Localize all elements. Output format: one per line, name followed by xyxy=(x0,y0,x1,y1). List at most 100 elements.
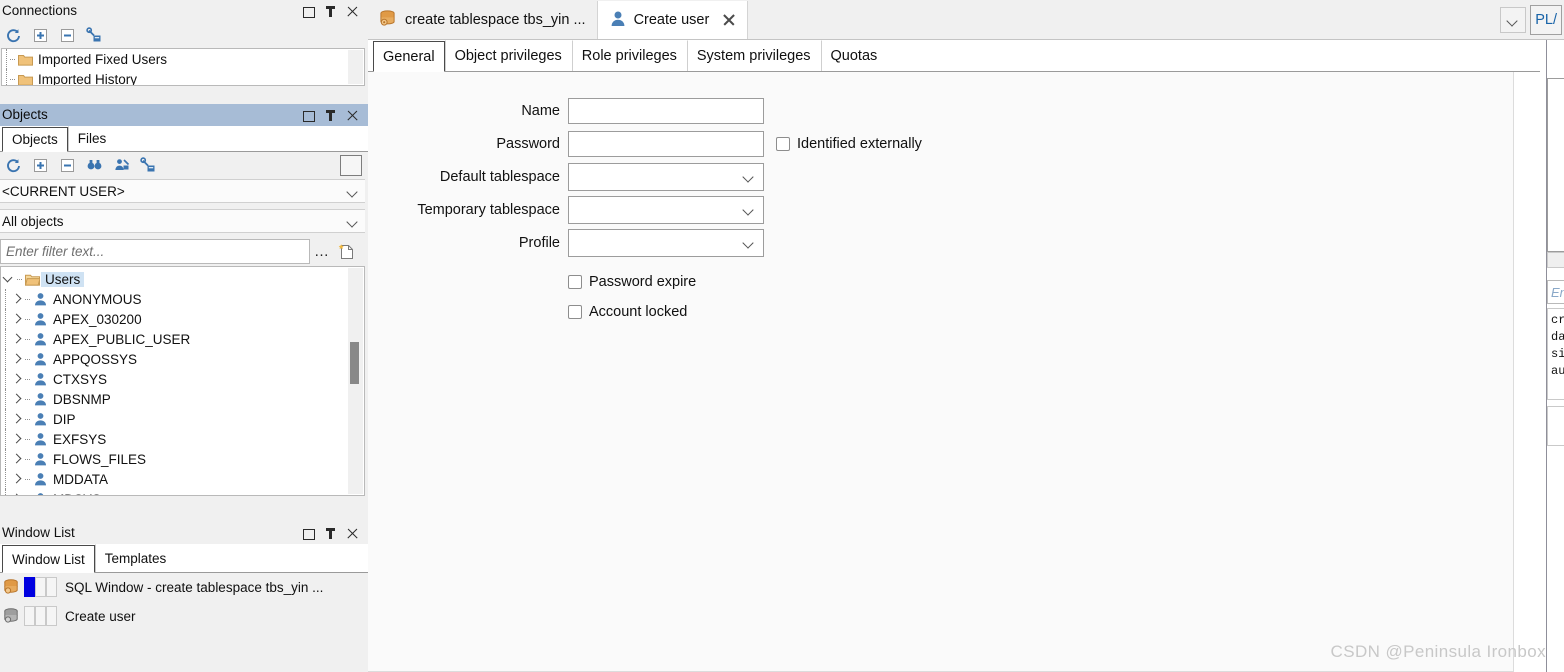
objects-title-label: Objects xyxy=(2,107,48,122)
tree-node-user[interactable]: APEX_030200 xyxy=(1,309,347,329)
connections-tree-scrollbar[interactable] xyxy=(348,50,363,84)
tab-overflow-button[interactable] xyxy=(1500,7,1527,33)
code-line: da xyxy=(1551,330,1564,344)
checkbox-box[interactable] xyxy=(776,136,790,151)
tree-node-user[interactable]: APEX_PUBLIC_USER xyxy=(1,329,347,349)
chevron-right-icon[interactable] xyxy=(9,289,25,309)
default-tablespace-select[interactable] xyxy=(568,162,764,191)
temporary-tablespace-select[interactable] xyxy=(568,195,764,224)
identified-externally-checkbox[interactable]: Identified externally xyxy=(776,136,922,152)
filter-input[interactable]: Enter filter text... xyxy=(0,239,310,264)
collapse-all-icon[interactable] xyxy=(59,27,76,44)
tree-node-user[interactable]: MDDATA xyxy=(1,469,347,489)
connections-restore-icon[interactable] xyxy=(302,5,315,18)
tree-guide xyxy=(1,309,9,329)
tab-object-privileges[interactable]: Object privileges xyxy=(444,40,572,71)
objects-tree-scrollbar[interactable] xyxy=(348,268,363,494)
right-pane-grid[interactable] xyxy=(1547,78,1564,252)
tab-role-privileges[interactable]: Role privileges xyxy=(571,40,687,71)
password-input[interactable] xyxy=(568,130,764,157)
collapse-all-icon[interactable] xyxy=(59,157,76,174)
chevron-right-icon[interactable] xyxy=(9,309,25,329)
tab-quotas[interactable]: Quotas xyxy=(820,40,888,71)
watermark: CSDN @Peninsula Ironbox xyxy=(1330,642,1546,661)
window-list-restore-icon[interactable] xyxy=(302,527,315,540)
objects-pin-icon[interactable] xyxy=(324,109,337,122)
name-input[interactable] xyxy=(568,97,764,124)
connections-close-icon[interactable] xyxy=(346,5,359,18)
list-item[interactable]: Create user xyxy=(0,602,365,630)
tree-node-user[interactable]: ANONYMOUS xyxy=(1,289,347,309)
tree-guide xyxy=(1,429,9,449)
objects-tree[interactable]: Users ANONYMOUS APEX_030200 APEX_PUBLIC_USE… xyxy=(0,266,365,496)
right-pane-bottom-area xyxy=(1547,406,1564,446)
new-filter-icon[interactable] xyxy=(334,243,358,261)
objects-toolbar-extra-button[interactable] xyxy=(340,155,362,176)
tab-files[interactable]: Files xyxy=(67,126,117,151)
object-type-select[interactable]: All objects xyxy=(0,209,365,233)
chevron-right-icon[interactable] xyxy=(9,369,25,389)
tree-node-user[interactable]: CTXSYS xyxy=(1,369,347,389)
state-marker xyxy=(35,577,46,597)
find-icon[interactable] xyxy=(86,157,103,174)
expand-all-icon[interactable] xyxy=(32,157,49,174)
list-item[interactable]: SQL Window - create tablespace tbs_yin .… xyxy=(0,573,365,601)
user-config-icon[interactable] xyxy=(140,156,157,174)
chevron-right-icon[interactable] xyxy=(9,469,25,489)
refresh-icon[interactable] xyxy=(5,157,22,174)
filter-options-button[interactable]: … xyxy=(310,243,334,260)
chevron-right-icon[interactable] xyxy=(9,329,25,349)
current-user-select[interactable]: <CURRENT USER> xyxy=(0,179,365,203)
checkbox-box[interactable] xyxy=(568,275,582,289)
tree-node-user[interactable]: FLOWS_FILES xyxy=(1,449,347,469)
tree-node-user[interactable]: APPQOSSYS xyxy=(1,349,347,369)
tree-node-user[interactable]: EXFSYS xyxy=(1,429,347,449)
window-list-pin-icon[interactable] xyxy=(324,527,337,540)
objects-restore-icon[interactable] xyxy=(302,109,315,122)
refresh-icon[interactable] xyxy=(5,27,22,44)
profile-select[interactable] xyxy=(568,228,764,257)
right-pane-filter-input[interactable]: En xyxy=(1547,280,1564,304)
objects-tree-body: Users ANONYMOUS APEX_030200 APEX_PUBLIC_USE… xyxy=(1,269,347,495)
tab-templates[interactable]: Templates xyxy=(94,544,177,572)
chevron-right-icon[interactable] xyxy=(9,449,25,469)
tab-window-list[interactable]: Window List xyxy=(2,545,95,573)
chevron-right-icon[interactable] xyxy=(9,409,25,429)
objects-title-bar: Objects xyxy=(0,104,368,126)
document-tab-create-user[interactable]: Create user xyxy=(597,1,749,39)
window-list-tabstrip: Window List Templates xyxy=(0,544,368,573)
list-item[interactable]: Imported History xyxy=(2,69,348,86)
connections-pin-icon[interactable] xyxy=(324,5,337,18)
tab-objects[interactable]: Objects xyxy=(2,127,68,152)
tab-system-privileges[interactable]: System privileges xyxy=(686,40,821,71)
password-expire-checkbox[interactable]: Password expire xyxy=(568,274,696,290)
list-item-label: Imported History xyxy=(38,71,138,86)
window-list-close-icon[interactable] xyxy=(346,527,359,540)
tree-node-user[interactable]: DBSNMP xyxy=(1,389,347,409)
state-marker xyxy=(35,606,46,626)
list-item[interactable]: Imported Fixed Users xyxy=(2,49,348,69)
checkbox-box[interactable] xyxy=(568,305,582,319)
configure-connections-icon[interactable] xyxy=(86,26,103,44)
chevron-right-icon[interactable] xyxy=(9,429,25,449)
sql-window-icon xyxy=(379,9,398,31)
objects-close-icon[interactable] xyxy=(346,109,359,122)
tree-node-users[interactable]: Users xyxy=(1,269,347,289)
tree-node-user[interactable]: DIP xyxy=(1,409,347,429)
account-locked-checkbox[interactable]: Account locked xyxy=(568,304,687,320)
user-filter-icon[interactable] xyxy=(113,157,130,174)
chevron-right-icon[interactable] xyxy=(9,389,25,409)
tree-guide xyxy=(1,329,9,349)
expand-all-icon[interactable] xyxy=(32,27,49,44)
tree-node-user[interactable]: MDSYS xyxy=(1,489,347,495)
connections-tree[interactable]: Imported Fixed Users Imported History xyxy=(1,48,365,86)
right-pane-sql-editor[interactable]: cr da si au xyxy=(1547,308,1564,400)
tab-general[interactable]: General xyxy=(373,41,445,72)
plsql-button[interactable]: PL/ xyxy=(1530,5,1562,35)
document-tab-create-tablespace[interactable]: create tablespace tbs_yin ... xyxy=(368,1,598,39)
objects-tree-scroll-thumb[interactable] xyxy=(350,342,359,384)
chevron-down-icon[interactable] xyxy=(1,269,17,289)
chevron-right-icon[interactable] xyxy=(9,489,25,495)
chevron-right-icon[interactable] xyxy=(9,349,25,369)
close-icon[interactable] xyxy=(722,13,736,27)
